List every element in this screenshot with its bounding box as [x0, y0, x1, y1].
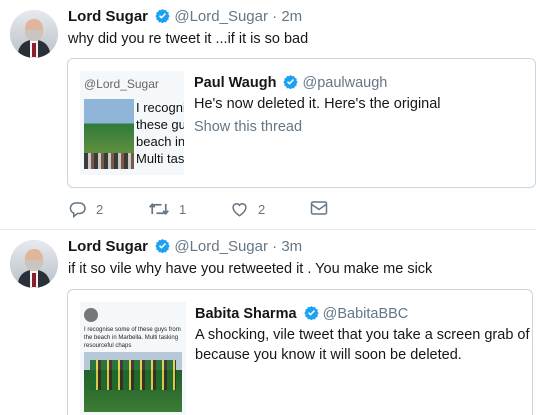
verified-icon: [303, 305, 319, 324]
dm-button[interactable]: [310, 200, 328, 216]
show-thread-link[interactable]: Show this thread: [194, 117, 302, 137]
thumb-handle: @Lord_Sugar: [84, 77, 159, 91]
quoted-author-handle[interactable]: @BabitaBBC: [323, 306, 409, 322]
tweet-actions: 2 1 2: [68, 200, 368, 220]
quoted-image: @Lord_Sugar I recogni these gu beach in …: [80, 71, 184, 175]
tweet-header: Lord Sugar @Lord_Sugar · 3m: [68, 238, 302, 257]
verified-icon: [155, 8, 170, 27]
quoted-author-name[interactable]: Babita Sharma: [195, 306, 297, 322]
quoted-image: I recognise some of these guys from the …: [80, 302, 186, 415]
tweet-header: Lord Sugar @Lord_Sugar · 2m: [68, 8, 302, 27]
reply-button[interactable]: 2: [68, 200, 103, 218]
like-icon: [230, 200, 249, 218]
quoted-text: He's now deleted it. Here's the original: [194, 96, 441, 112]
tweet-time[interactable]: · 2m: [272, 8, 302, 25]
retweet-count: 1: [179, 201, 187, 217]
retweet-icon: [148, 200, 170, 218]
thumb-avatar: [84, 308, 98, 322]
quoted-text-line: because you know it will soon be deleted…: [195, 347, 462, 363]
quoted-author-handle[interactable]: @paulwaugh: [303, 75, 388, 91]
retweet-button[interactable]: 1: [148, 200, 186, 218]
dm-icon: [310, 200, 328, 216]
reply-count: 2: [96, 201, 104, 217]
reply-icon: [68, 200, 87, 218]
team-photo-crowd: [84, 153, 134, 169]
avatar[interactable]: [10, 240, 58, 288]
author-name[interactable]: Lord Sugar: [68, 238, 148, 255]
avatar[interactable]: [10, 10, 58, 58]
author-handle[interactable]: @Lord_Sugar: [174, 238, 268, 255]
thumb-line: beach in: [136, 134, 184, 149]
tweet-2[interactable]: Lord Sugar @Lord_Sugar · 3m if it so vil…: [0, 230, 536, 415]
team-photo-players: [90, 360, 176, 390]
verified-icon: [283, 74, 299, 93]
tweet-1[interactable]: Lord Sugar @Lord_Sugar · 2m why did you …: [0, 0, 536, 229]
tweet-time[interactable]: · 3m: [272, 238, 302, 255]
author-name[interactable]: Lord Sugar: [68, 8, 148, 25]
like-count: 2: [258, 201, 266, 217]
author-handle[interactable]: @Lord_Sugar: [174, 8, 268, 25]
quoted-text-line: A shocking, vile tweet that you take a s…: [195, 327, 530, 343]
quoted-tweet[interactable]: I recognise some of these guys from the …: [67, 289, 533, 415]
quoted-tweet[interactable]: @Lord_Sugar I recogni these gu beach in …: [67, 58, 536, 188]
thumb-text: I recognise some of these guys from the …: [84, 327, 181, 349]
tweet-text: why did you re tweet it ...if it is so b…: [68, 31, 309, 47]
tweet-text: if it so vile why have you retweeted it …: [68, 261, 433, 277]
thumb-line: these gu: [136, 117, 184, 132]
quoted-header: Paul Waugh @paulwaugh: [194, 74, 387, 93]
thumb-line: Multi tas: [136, 151, 184, 166]
verified-icon: [155, 238, 170, 257]
team-photo: [84, 99, 134, 153]
quoted-header: Babita Sharma @BabitaBBC: [195, 305, 408, 324]
quoted-author-name[interactable]: Paul Waugh: [194, 75, 276, 91]
like-button[interactable]: 2: [230, 200, 265, 218]
thumb-line: I recogni: [136, 100, 184, 115]
